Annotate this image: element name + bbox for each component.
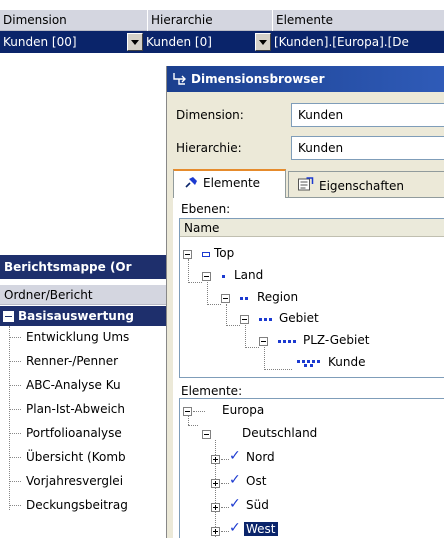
element-sued[interactable]: Süd [246, 498, 269, 512]
group-basisauswertung[interactable]: Basisauswertung [0, 306, 166, 326]
checkmark-icon[interactable]: ✓ [229, 520, 241, 536]
collapse-icon[interactable] [240, 315, 249, 324]
element-nord[interactable]: Nord [246, 450, 275, 464]
dialog-title: Dimensionsbrowser [191, 72, 325, 86]
report-item[interactable]: Vorjahresverglei [0, 470, 166, 494]
checkmark-icon[interactable]: ✓ [229, 472, 241, 488]
grid-header: Dimension Hierarchie Elemente [0, 10, 444, 31]
pin-icon [185, 177, 197, 188]
dimension-dropdown-button[interactable] [127, 33, 143, 51]
ordner-bericht-header[interactable]: Ordner/Bericht [0, 285, 166, 305]
level-plz-gebiet[interactable]: PLZ-Gebiet [303, 333, 369, 347]
collapse-icon[interactable] [259, 337, 268, 346]
hierarchie-field[interactable]: Kunden [291, 136, 444, 160]
name-column-header[interactable]: Name [180, 219, 444, 237]
tab-eigenschaften[interactable]: Eigenschaften [288, 171, 444, 197]
expand-icon[interactable] [211, 503, 220, 512]
ebenen-label: Ebenen: [181, 202, 231, 216]
element-ost[interactable]: Ost [246, 474, 266, 488]
report-item[interactable]: Plan-Ist-Abweich [0, 398, 166, 422]
report-item[interactable]: Entwicklung Ums [0, 326, 166, 350]
elemente-cell[interactable]: [Kunden].[Europa].[De [274, 35, 444, 49]
group-label: Basisauswertung [18, 309, 134, 323]
berichtsmappe-title: Berichtsmappe (Or [0, 255, 166, 279]
hierarchie-dropdown-button[interactable] [255, 33, 271, 51]
elemente-tree[interactable]: Europa Deutschland ✓ Nord ✓ Ost ✓ Süd ✓ … [179, 398, 444, 538]
dialog-title-bar[interactable]: Dimensionsbrowser [167, 66, 444, 92]
column-header-dimension[interactable]: Dimension [3, 13, 67, 27]
collapse-icon[interactable] [202, 430, 211, 439]
level-gebiet[interactable]: Gebiet [279, 311, 319, 325]
report-item[interactable]: Übersicht (Komb [0, 446, 166, 470]
report-item[interactable]: ABC-Analyse Ku [0, 374, 166, 398]
column-header-elemente[interactable]: Elemente [276, 13, 333, 27]
collapse-icon[interactable] [202, 272, 211, 281]
level-marker-icon [240, 297, 249, 301]
level-marker-icon [278, 340, 297, 344]
hierarchy-icon [173, 73, 186, 85]
element-europa[interactable]: Europa [222, 403, 264, 417]
dimension-cell[interactable]: Kunden [00] [3, 35, 123, 49]
dimension-label: Dimension: [176, 108, 244, 122]
selected-grid-row[interactable]: Kunden [00] Kunden [0] [Kunden].[Europa]… [0, 31, 444, 53]
column-header-hierarchie[interactable]: Hierarchie [151, 13, 213, 27]
level-marker-icon [297, 360, 323, 368]
tab-label: Elemente [203, 176, 261, 190]
expand-icon[interactable] [211, 455, 220, 464]
properties-icon [298, 177, 314, 191]
report-item[interactable]: Portfolioanalyse [0, 422, 166, 446]
collapse-icon[interactable] [183, 407, 192, 416]
level-marker-icon [202, 252, 210, 257]
hierarchie-cell[interactable]: Kunden [0] [146, 35, 256, 49]
ebenen-tree[interactable]: Name Top Land Region Gebiet PLZ-Gebiet K… [179, 218, 444, 378]
checkmark-icon[interactable]: ✓ [229, 496, 241, 512]
elemente-label: Elemente: [181, 384, 243, 398]
tab-label: Eigenschaften [319, 179, 405, 193]
expand-icon[interactable] [211, 527, 220, 536]
collapse-icon[interactable] [183, 250, 192, 259]
element-deutschland[interactable]: Deutschland [242, 426, 317, 440]
tab-elemente[interactable]: Elemente [173, 169, 286, 198]
level-marker-icon [259, 318, 273, 322]
level-kunde[interactable]: Kunde [328, 355, 365, 369]
report-item[interactable]: Renner-/Penner [0, 350, 166, 374]
level-marker-icon [222, 275, 226, 279]
dimensionsbrowser-dialog: Dimensionsbrowser Dimension: Kunden Hier… [166, 66, 444, 538]
level-region[interactable]: Region [257, 290, 298, 304]
element-west-selected[interactable]: West [244, 522, 278, 536]
collapse-icon[interactable] [221, 294, 230, 303]
expand-icon[interactable] [211, 479, 220, 488]
collapse-icon[interactable] [3, 311, 14, 322]
dimension-field[interactable]: Kunden [291, 103, 444, 127]
hierarchie-label: Hierarchie: [176, 141, 242, 155]
level-land[interactable]: Land [234, 268, 263, 282]
report-item[interactable]: Deckungsbeitrag [0, 494, 166, 518]
checkmark-icon[interactable]: ✓ [229, 448, 241, 464]
level-top[interactable]: Top [214, 246, 234, 260]
